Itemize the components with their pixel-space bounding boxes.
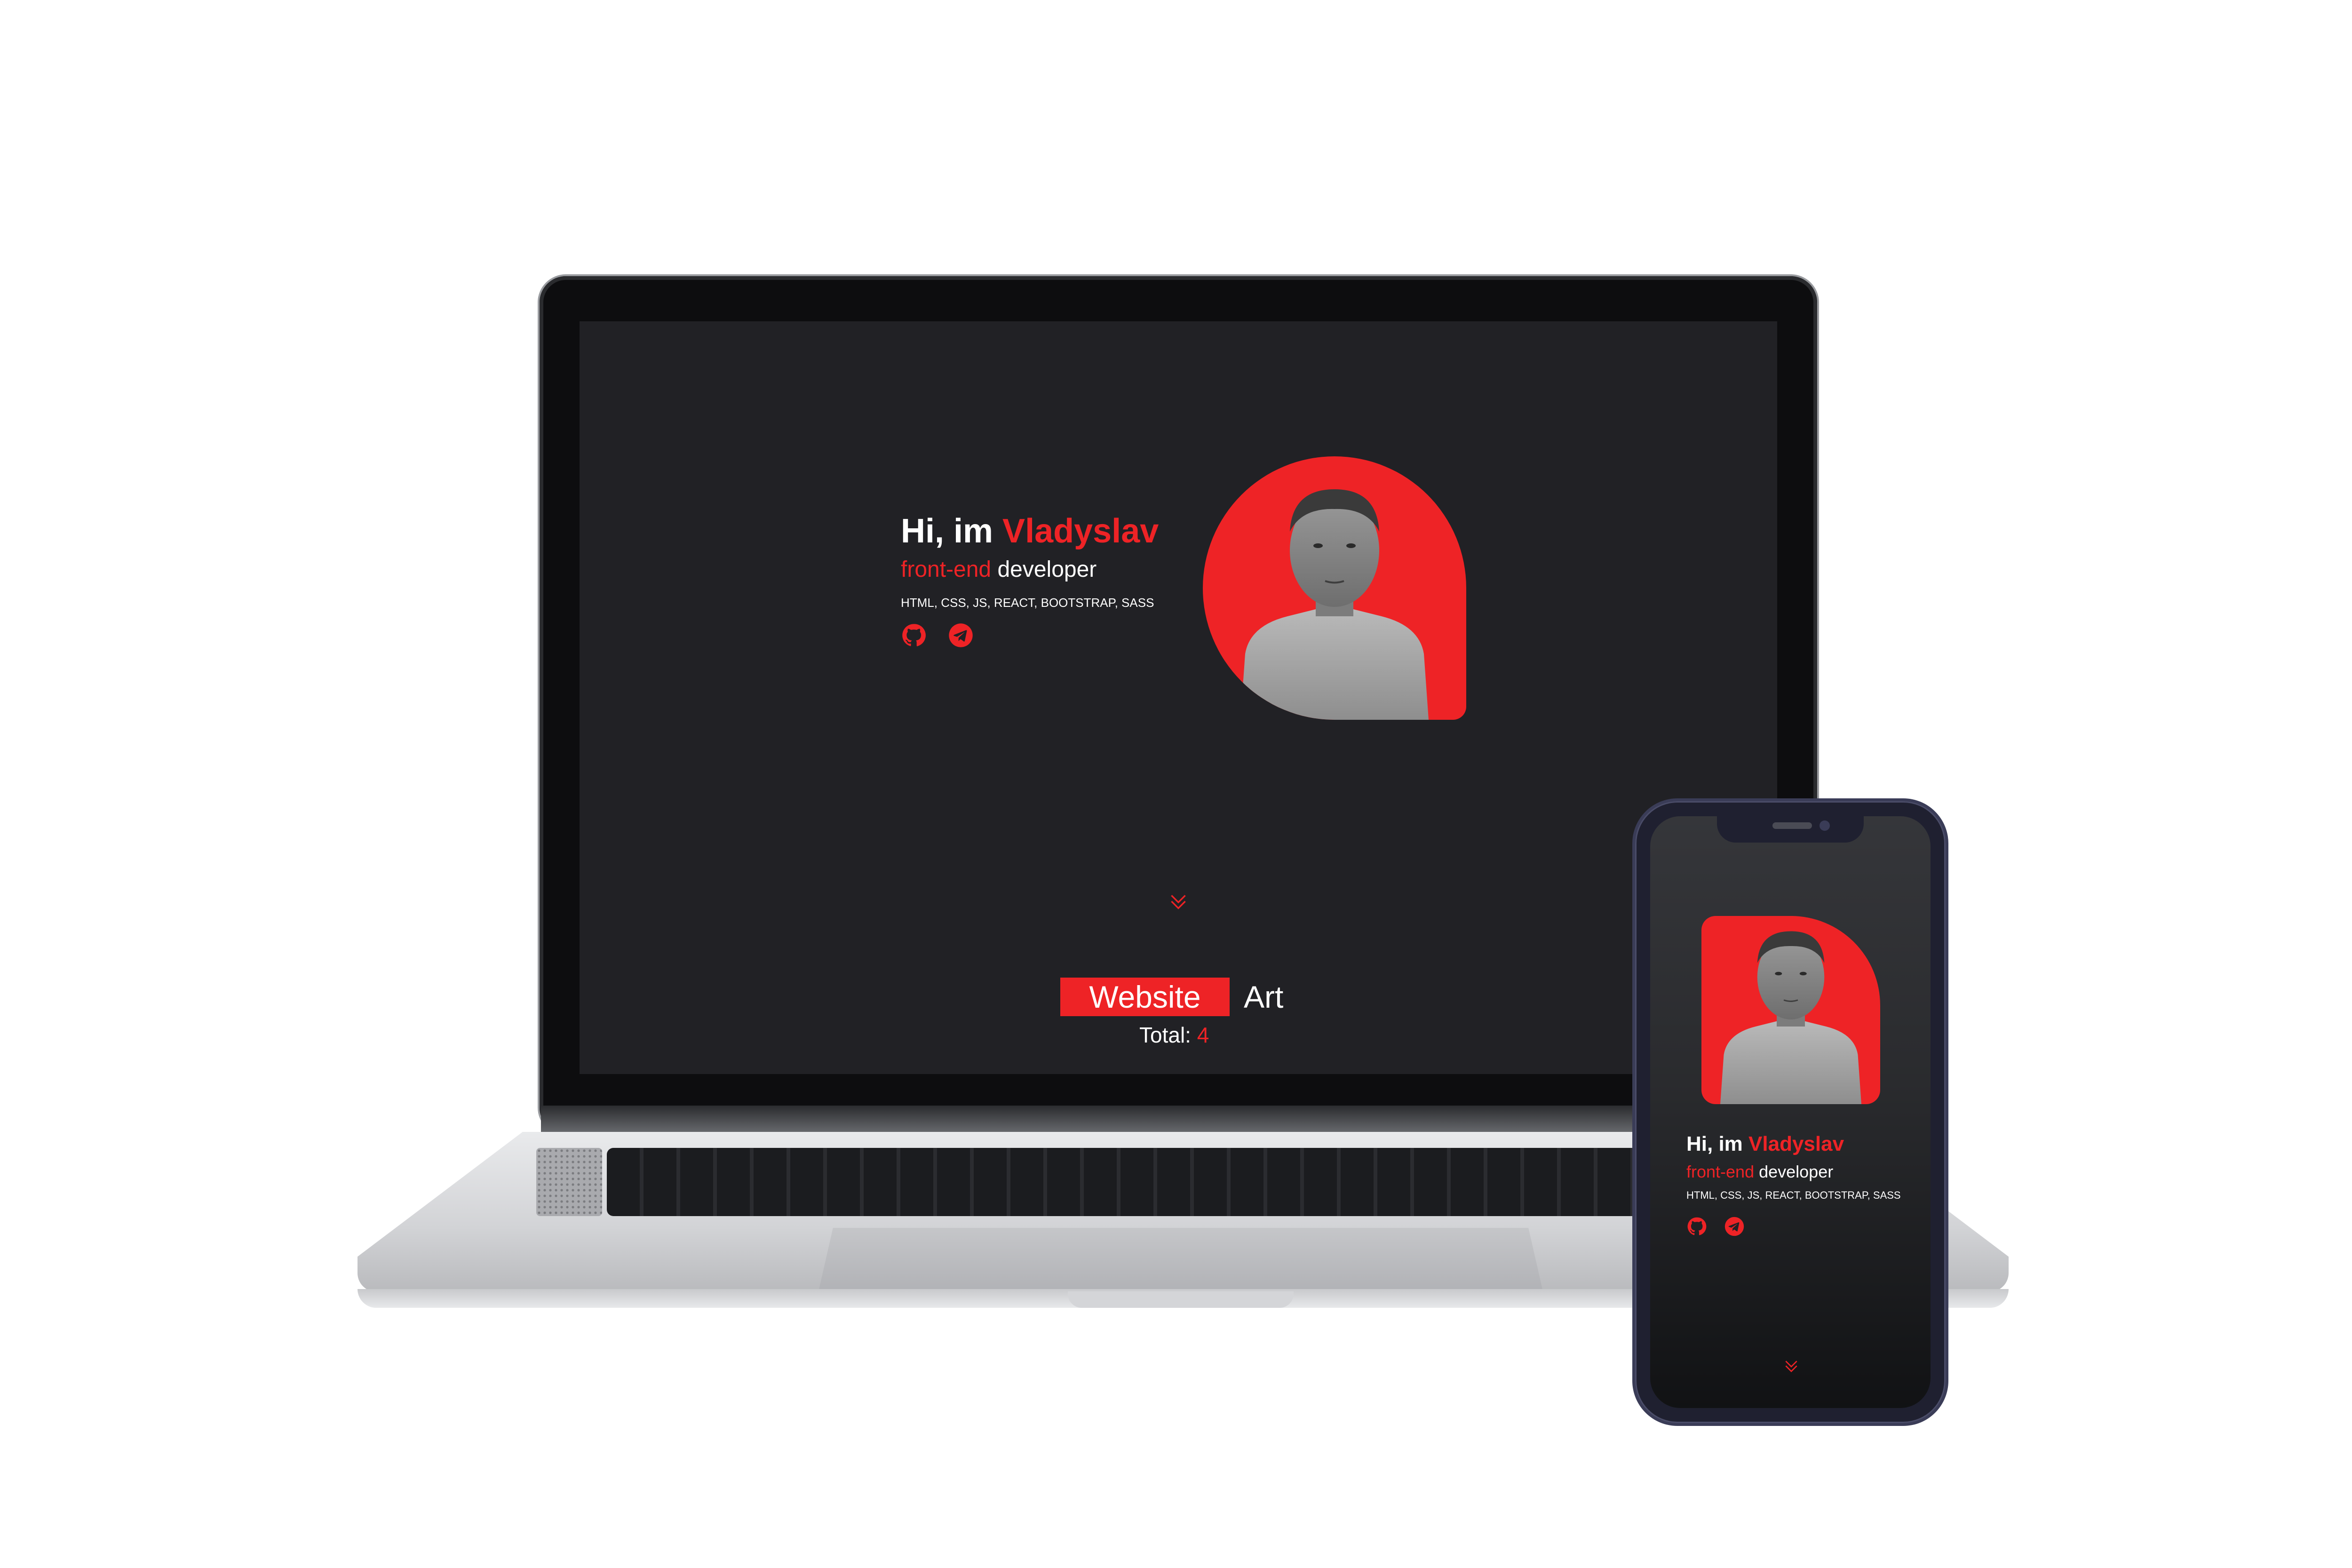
role-highlight: front-end <box>901 557 992 582</box>
role-rest: developer <box>991 557 1097 582</box>
portrait-image-mobile <box>1720 931 1861 1104</box>
phone-notch <box>1717 816 1864 843</box>
scroll-down-icon[interactable] <box>1782 1357 1801 1376</box>
tab-art[interactable]: Art <box>1244 978 1283 1016</box>
laptop-opening-notch <box>1068 1291 1294 1308</box>
hero-skills-mobile: HTML, CSS, JS, REACT, BOOTSTRAP, SASS <box>1686 1189 1901 1201</box>
total-label: Total: <box>1139 1023 1197 1047</box>
role-highlight-mobile: front-end <box>1686 1162 1755 1181</box>
phone-camera <box>1820 820 1830 831</box>
github-icon[interactable] <box>1686 1216 1707 1237</box>
telegram-icon[interactable] <box>948 622 974 648</box>
telegram-icon[interactable] <box>1724 1216 1745 1237</box>
github-icon[interactable] <box>901 622 927 648</box>
hero-greeting-mobile: Hi, im Vladyslav <box>1686 1132 1844 1156</box>
total-count: Total: 4 <box>1139 1022 1209 1048</box>
total-value: 4 <box>1197 1023 1209 1047</box>
hero-name-mobile: Vladyslav <box>1748 1132 1844 1155</box>
greeting-prefix: Hi, im <box>901 512 1003 550</box>
tab-website[interactable]: Website <box>1060 978 1230 1016</box>
phone-speaker <box>1772 822 1812 829</box>
hero-photo <box>1203 456 1466 720</box>
scroll-down-icon[interactable] <box>1167 891 1190 914</box>
laptop-trackpad <box>818 1228 1543 1291</box>
hero-name: Vladyslav <box>1002 512 1159 550</box>
portrait-image <box>1240 489 1429 720</box>
role-rest-mobile: developer <box>1754 1162 1834 1181</box>
laptop-speaker-left <box>536 1148 602 1216</box>
laptop-screen: Hi, im Vladyslav front-end developer HTM… <box>580 321 1777 1074</box>
hero-photo-mobile <box>1701 916 1880 1104</box>
greeting-prefix-mobile: Hi, im <box>1686 1132 1749 1155</box>
social-links-mobile <box>1686 1216 1745 1237</box>
social-links <box>901 622 974 648</box>
phone-screen: Hi, im Vladyslav front-end developer HTM… <box>1650 816 1931 1408</box>
hero-role: front-end developer <box>901 557 1097 582</box>
laptop-keyboard <box>607 1148 1755 1216</box>
hero-role-mobile: front-end developer <box>1686 1162 1833 1182</box>
laptop-hinge <box>541 1106 1816 1134</box>
hero-skills: HTML, CSS, JS, REACT, BOOTSTRAP, SASS <box>901 596 1154 610</box>
hero-greeting: Hi, im Vladyslav <box>901 512 1159 550</box>
